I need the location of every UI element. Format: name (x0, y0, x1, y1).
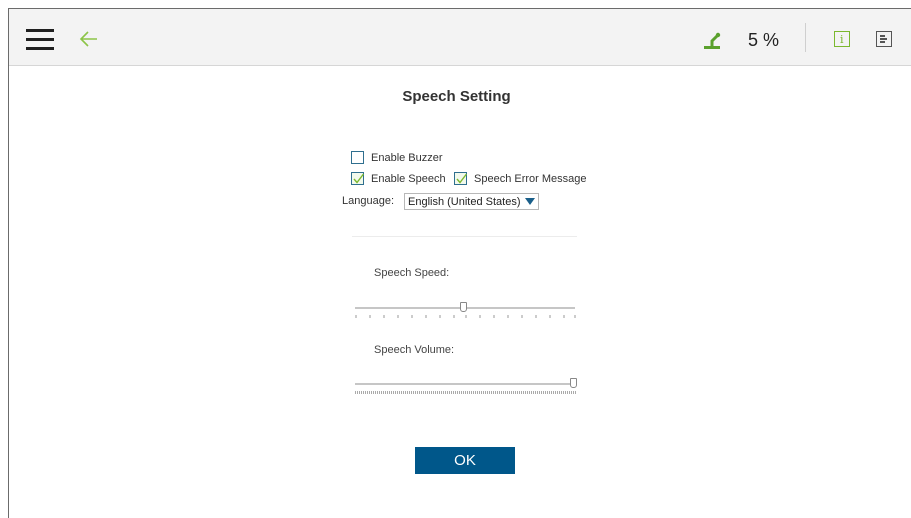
section-divider (352, 236, 577, 237)
enable-buzzer-checkbox[interactable] (351, 151, 364, 164)
info-icon[interactable]: i (834, 31, 850, 47)
language-select[interactable]: English (United States) (404, 193, 539, 210)
log-panel-icon[interactable] (876, 31, 892, 47)
speech-error-message-checkbox[interactable] (454, 172, 468, 185)
checkmark-icon (456, 173, 468, 184)
language-label: Language: (342, 195, 394, 207)
speech-error-message-option[interactable]: Speech Error Message (454, 172, 587, 185)
toolbar-divider (805, 23, 806, 52)
speech-volume-track[interactable] (355, 383, 575, 385)
speech-volume-label: Speech Volume: (374, 344, 455, 356)
back-arrow-icon[interactable] (79, 29, 99, 49)
speech-volume-ticks (355, 391, 577, 394)
app-window: 5 % i Speech Setting Enable Buzzer Enabl… (8, 8, 911, 518)
enable-speech-checkbox[interactable] (351, 172, 365, 185)
enable-speech-option[interactable]: Enable Speech (351, 172, 446, 185)
speech-speed-thumb[interactable] (460, 302, 467, 312)
speech-volume-thumb[interactable] (570, 378, 577, 388)
speech-speed-label: Speech Speed: (374, 267, 450, 279)
ok-button[interactable]: OK (415, 447, 515, 474)
hamburger-menu-icon[interactable] (26, 29, 54, 51)
enable-buzzer-label: Enable Buzzer (371, 151, 443, 164)
language-selected-value: English (United States) (408, 195, 521, 208)
checkmark-icon (353, 173, 365, 184)
robot-arm-icon (702, 30, 724, 50)
enable-buzzer-option[interactable]: Enable Buzzer (351, 151, 443, 164)
enable-speech-label: Enable Speech (371, 172, 446, 185)
page-title: Speech Setting (402, 88, 511, 105)
battery-percent: 5 % (748, 30, 780, 50)
top-toolbar: 5 % i (9, 9, 911, 66)
dropdown-triangle-icon (524, 198, 535, 205)
speech-speed-ticks (355, 315, 576, 318)
speech-error-message-label: Speech Error Message (474, 172, 587, 185)
